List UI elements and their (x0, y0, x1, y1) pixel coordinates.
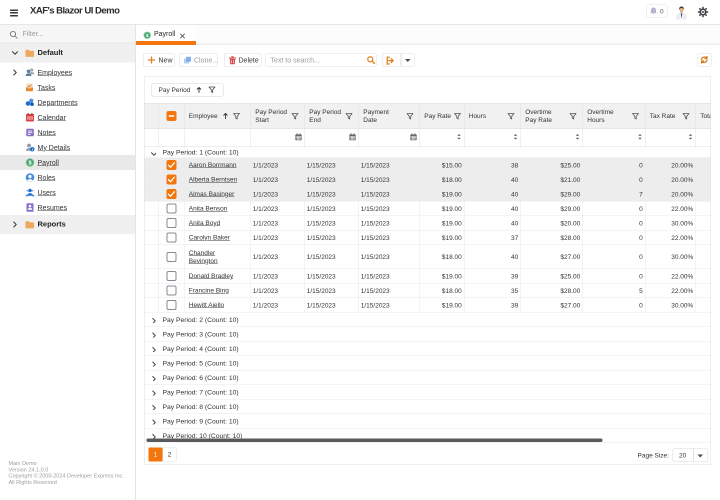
svg-text:$: $ (28, 161, 31, 167)
svg-text:$: $ (146, 33, 149, 39)
